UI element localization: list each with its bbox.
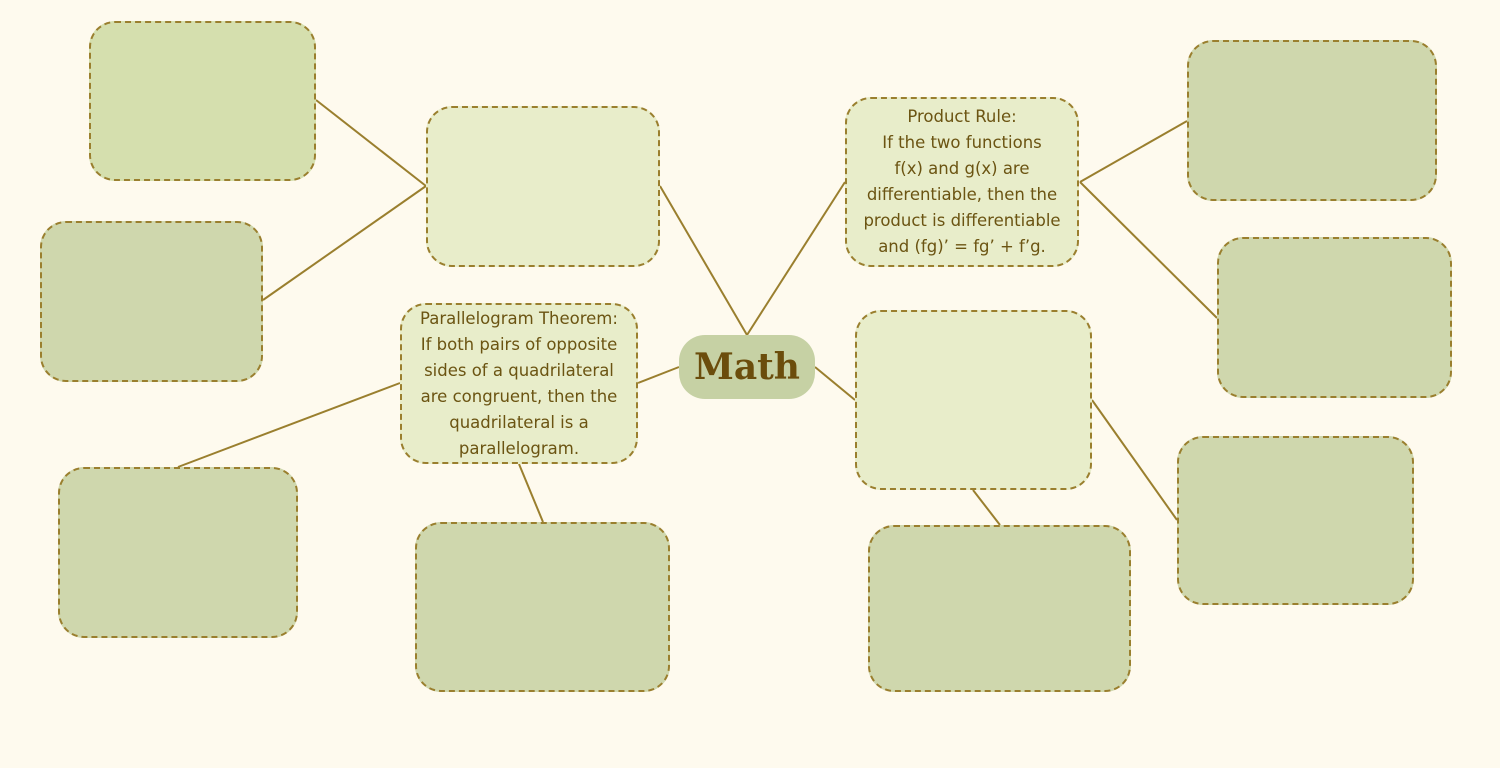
outer-box-right-middle[interactable] xyxy=(1217,237,1452,398)
product-rule-node[interactable]: Product Rule: If the two functions f(x) … xyxy=(845,97,1079,267)
inner-box-left-top[interactable] xyxy=(426,106,660,267)
outer-box-left-lower[interactable] xyxy=(58,467,298,638)
connector-product-rule-to-outer-1 xyxy=(1079,120,1188,183)
connector-left-top-to-outer-1 xyxy=(315,99,427,187)
parallelogram-theorem-node[interactable]: Parallelogram Theorem: If both pairs of … xyxy=(400,303,638,464)
outer-box-bottom-right-center[interactable] xyxy=(868,525,1131,692)
outer-box-bottom-left-center[interactable] xyxy=(415,522,670,692)
connector-product-rule-to-outer-2 xyxy=(1079,181,1218,319)
outer-box-right-lower[interactable] xyxy=(1177,436,1414,605)
outer-box-top-left[interactable] xyxy=(89,21,316,181)
connector-parallelogram-to-outer-2 xyxy=(518,463,544,523)
inner-box-right-middle[interactable] xyxy=(855,310,1092,490)
connector-center-to-parallelogram xyxy=(637,366,680,384)
connector-parallelogram-to-outer-1 xyxy=(177,382,401,468)
connector-right-middle-to-outer-1 xyxy=(1091,399,1178,521)
connector-center-to-product-rule xyxy=(746,181,846,336)
connector-left-top-to-outer-2 xyxy=(262,185,427,301)
connector-center-to-left-top xyxy=(659,185,748,336)
connector-center-to-right-middle xyxy=(814,366,856,401)
central-topic[interactable]: Math xyxy=(679,335,815,399)
outer-box-top-right[interactable] xyxy=(1187,40,1437,201)
connector-right-middle-to-outer-2 xyxy=(972,489,1001,526)
outer-box-left-upper[interactable] xyxy=(40,221,263,382)
